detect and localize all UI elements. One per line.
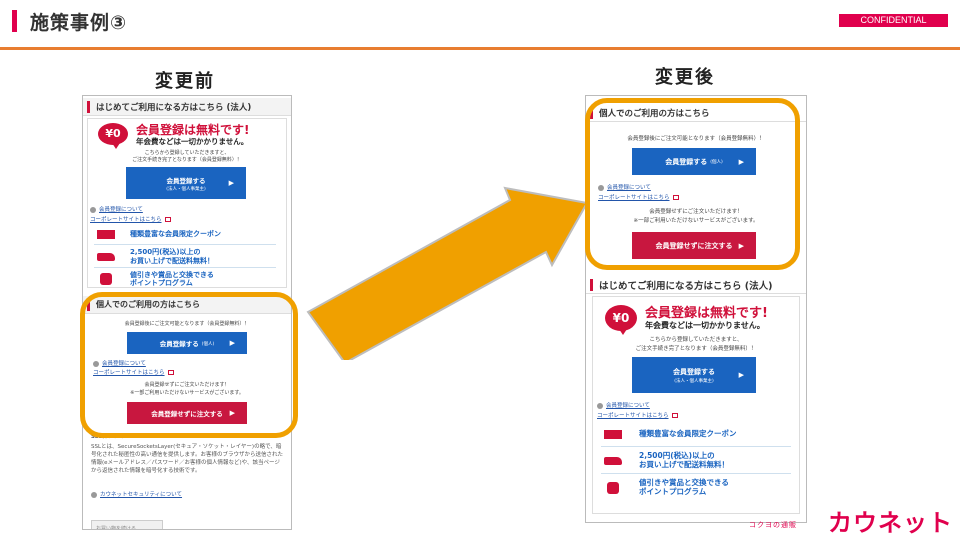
benefit-points: 値引きや賞品と交換できる ポイントプログラム — [601, 475, 791, 501]
registration-note-2: ご注文手続き完了となります（会員登録無料）！ — [132, 157, 242, 163]
before-label: 変更前 — [155, 71, 215, 92]
yen-zero-badge-icon: ¥0 — [605, 305, 637, 335]
gift-icon — [100, 273, 112, 285]
coupon-icon — [97, 230, 115, 239]
confidential-badge: CONFIDENTIAL — [839, 14, 948, 27]
corporate-site-link[interactable]: コーポレートサイトはこちら — [597, 411, 678, 419]
transition-arrow-icon — [306, 186, 589, 360]
registration-note-1: こちらから登録していただきますと、 — [649, 337, 743, 343]
corporate-heading-text: はじめてご利用になる方はこちら (法人) — [96, 102, 252, 113]
benefit-text: 2,500円(税込)以上の お買い上げで配送料無料！ — [639, 450, 729, 469]
benefit-text: 2,500円(税込)以上の お買い上げで配送料無料！ — [130, 248, 214, 265]
no-annual-fee-text: 年会費などは一切かかりません。 — [136, 137, 249, 146]
coupon-icon — [604, 430, 622, 439]
security-link[interactable]: カウネットセキュリティについて — [91, 490, 182, 498]
benefit-text: 種類豊富な会員限定クーポン — [130, 230, 221, 239]
corporate-heading-text: はじめてご利用になる方はこちら (法人) — [599, 280, 773, 292]
header-divider — [0, 47, 960, 50]
external-link-icon — [671, 413, 678, 418]
about-registration-link[interactable]: 会員登録について — [597, 401, 650, 409]
corporate-box: ¥0 会員登録は無料です! 年会費などは一切かかりません。 こちらから登録してい… — [592, 296, 800, 514]
truck-icon — [604, 456, 622, 465]
corporate-section-heading: はじめてご利用になる方はこちら (法人) — [83, 98, 291, 116]
benefit-coupon: 種類豊富な会員限定クーポン — [94, 225, 276, 245]
brand-logo: カウネット — [828, 509, 953, 537]
no-annual-fee-text: 年会費などは一切かかりません。 — [645, 321, 765, 330]
after-highlight-frame — [585, 98, 800, 270]
benefit-points: 値引きや賞品と交換できる ポイントプログラム — [94, 269, 276, 289]
button-sublabel: (法人・個人事業主) — [674, 378, 714, 384]
corporate-register-button[interactable]: 会員登録する (法人・個人事業主) ▶ — [632, 357, 756, 393]
registration-note-1: こちらから登録していただきますと、 — [144, 150, 230, 156]
button-sublabel: (法人・個人事業主) — [166, 186, 206, 192]
corporate-box: ¥0 会員登録は無料です! 年会費などは一切かかりません。 こちらから登録してい… — [87, 118, 287, 288]
before-highlight-frame — [80, 292, 298, 438]
button-label: 会員登録する — [673, 367, 715, 376]
benefit-shipping: 2,500円(税込)以上の お買い上げで配送料無料！ — [601, 448, 791, 474]
truck-icon — [97, 252, 115, 261]
benefit-text: 値引きや賞品と交換できる ポイントプログラム — [639, 478, 729, 496]
yen-zero-badge-icon: ¥0 — [98, 123, 128, 149]
corporate-site-link[interactable]: コーポレートサイトはこちら — [90, 215, 171, 223]
benefit-text: 種類豊富な会員限定クーポン — [639, 429, 737, 439]
about-registration-link[interactable]: 会員登録について — [90, 205, 143, 213]
free-registration-title: 会員登録は無料です! — [645, 306, 768, 321]
question-icon — [90, 206, 96, 213]
question-icon — [597, 402, 603, 409]
registration-note-2: ご注文手続き完了となります（会員登録無料）！ — [635, 346, 757, 352]
corporate-section-heading: はじめてご利用になる方はこちら (法人) — [586, 276, 806, 294]
ssl-description: SSLとは、SecureSocketsLayer(セキュア・ソケット・レイヤー)… — [91, 444, 283, 474]
benefit-coupon: 種類豊富な会員限定クーポン — [601, 423, 791, 447]
continue-shopping-button[interactable]: お買い物を続ける — [91, 520, 163, 529]
corporate-register-button[interactable]: 会員登録する (法人・個人事業主) ▶ — [126, 167, 246, 199]
benefit-text: 値引きや賞品と交換できる ポイントプログラム — [130, 270, 214, 287]
gift-icon — [607, 482, 619, 494]
external-link-icon — [164, 217, 171, 222]
title-accent-bar — [12, 10, 17, 32]
page-title: 施策事例③ — [30, 12, 128, 34]
play-arrow-icon: ▶ — [228, 179, 234, 187]
button-label: 会員登録する — [166, 176, 206, 185]
brand-tagline: コクヨの通販 — [749, 521, 797, 529]
question-icon — [91, 491, 97, 498]
after-label: 変更後 — [655, 67, 715, 88]
play-arrow-icon: ▶ — [738, 371, 744, 379]
arrow-shape — [306, 186, 589, 360]
benefit-shipping: 2,500円(税込)以上の お買い上げで配送料無料！ — [94, 246, 276, 268]
